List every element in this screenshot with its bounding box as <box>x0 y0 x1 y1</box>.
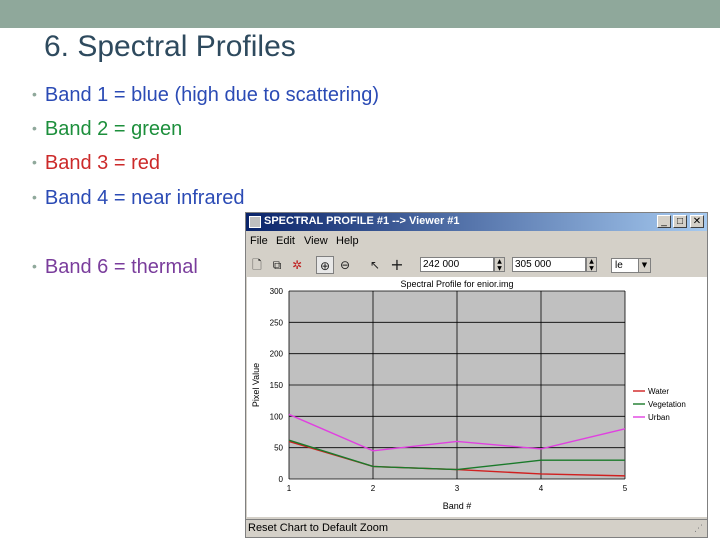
y-tick-label: 50 <box>274 444 283 453</box>
menu-bar: File Edit View Help <box>246 233 707 251</box>
pointer-icon[interactable]: ↖ <box>366 256 384 274</box>
chart-title: Spectral Profile for enior.img <box>400 279 513 289</box>
copy-icon[interactable]: ⧉ <box>268 256 286 274</box>
bullet-dot-icon: • <box>32 154 37 170</box>
bullet-band-6: • Band 6 = thermal <box>32 256 198 279</box>
resize-grip-icon[interactable]: ⋰ <box>694 524 703 534</box>
y-tick-label: 0 <box>279 475 284 484</box>
slide-title: 6. Spectral Profiles <box>44 30 296 63</box>
window-title: SPECTRAL PROFILE #1 --> Viewer #1 <box>264 215 460 227</box>
window-app-icon[interactable] <box>249 216 261 228</box>
minimize-button[interactable]: _ <box>657 215 671 228</box>
bullet-dot-icon: • <box>32 258 37 274</box>
bullet-band-1: • Band 1 = blue (high due to scattering) <box>32 84 379 107</box>
window-title-bar[interactable]: SPECTRAL PROFILE #1 --> Viewer #1 _ □ ✕ <box>246 213 707 231</box>
x-tick-label: 3 <box>455 484 460 493</box>
y-tick-label: 250 <box>270 318 284 327</box>
menu-file[interactable]: File <box>250 235 268 247</box>
menu-view[interactable]: View <box>304 235 328 247</box>
x-tick-label: 4 <box>539 484 544 493</box>
bullet-band-2: • Band 2 = green <box>32 118 182 141</box>
spectral-profile-window: SPECTRAL PROFILE #1 --> Viewer #1 _ □ ✕ … <box>245 212 708 538</box>
status-bar: Reset Chart to Default Zoom ⋰ <box>246 519 707 537</box>
menu-help[interactable]: Help <box>336 235 359 247</box>
bullet-dot-icon: • <box>32 120 37 136</box>
legend-label: Water <box>648 387 669 396</box>
zoom-in-icon[interactable]: ⊕ <box>316 256 334 274</box>
x-tick-label: 2 <box>371 484 376 493</box>
slide-top-bar <box>0 0 720 28</box>
y-tick-label: 100 <box>270 412 284 421</box>
y-tick-label: 200 <box>270 350 284 359</box>
bullet-dot-icon: • <box>32 189 37 205</box>
menu-edit[interactable]: Edit <box>276 235 295 247</box>
x-axis-label: Band # <box>443 501 472 511</box>
chevron-down-icon[interactable]: ▼ <box>638 258 651 273</box>
crosshair-icon[interactable]: + <box>388 256 406 274</box>
legend-label: Urban <box>648 413 670 422</box>
bullet-band-4: • Band 4 = near infrared <box>32 187 245 210</box>
x-tick-label: 5 <box>623 484 628 493</box>
end-spinner[interactable]: ▲ ▼ <box>586 257 597 272</box>
bullet-text: Band 2 = green <box>44 118 183 140</box>
band-range-end-field[interactable]: 305 000 <box>512 257 586 272</box>
maximize-button[interactable]: □ <box>673 215 687 228</box>
band-range-start-field[interactable]: 242 000 <box>420 257 494 272</box>
y-tick-label: 300 <box>270 287 284 296</box>
status-text: Reset Chart to Default Zoom <box>248 522 389 534</box>
x-tick-label: 1 <box>287 484 292 493</box>
bullet-text: Band 3 = red <box>44 152 160 174</box>
legend: Water Vegetation Urban <box>629 381 705 429</box>
bullet-text: Band 1 = blue (high due to scattering) <box>44 84 380 106</box>
spectral-profile-chart: Spectral Profile for enior.img 0 50 100 150… <box>247 277 707 517</box>
start-spinner[interactable]: ▲ ▼ <box>494 257 505 272</box>
bullet-text: Band 6 = thermal <box>44 256 198 278</box>
bullet-dot-icon: • <box>32 86 37 102</box>
y-tick-label: 150 <box>270 381 284 390</box>
bullet-band-3: • Band 3 = red <box>32 152 160 175</box>
bullet-text: Band 4 = near infrared <box>44 187 245 209</box>
close-button[interactable]: ✕ <box>690 215 704 228</box>
legend-label: Vegetation <box>648 400 686 409</box>
y-axis-label: Pixel Value <box>251 363 261 407</box>
zoom-out-icon[interactable]: ⊖ <box>336 256 354 274</box>
new-icon[interactable]: 🗋 <box>248 256 266 274</box>
options-icon[interactable]: ✲ <box>288 256 306 274</box>
